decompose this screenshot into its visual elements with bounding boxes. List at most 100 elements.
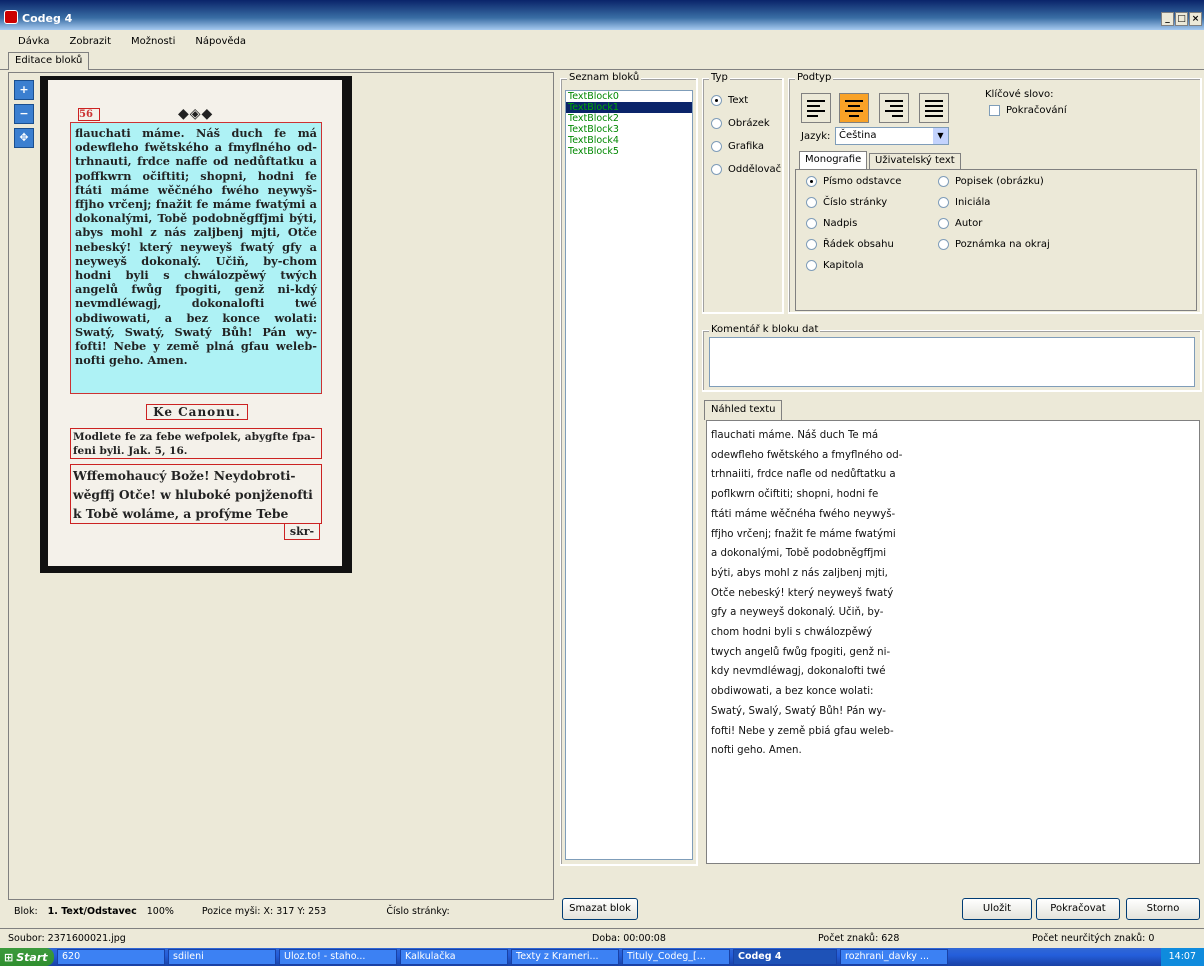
menu-moznosti[interactable]: Možnosti (131, 36, 175, 47)
taskbar: ⊞ Start 620 sdileni Uloz.to! - staho... K… (0, 948, 1204, 966)
status-chars: Počet znaků: 628 (818, 933, 900, 944)
subtype-radio[interactable]: Řádek obsahu (806, 237, 901, 251)
title-bar: Codeg 4 _ □ × (0, 0, 1204, 30)
text-block-3[interactable]: Wffemohaucý Bože! Neydobroti-wěgffj Otče… (70, 464, 322, 524)
app-icon (4, 10, 18, 24)
system-tray: 14:07 (1160, 948, 1204, 966)
subtype-radio[interactable]: Poznámka na okraj (938, 237, 1050, 251)
tab-nahled-textu[interactable]: Náhled textu (704, 400, 783, 420)
list-item[interactable]: TextBlock4 (566, 135, 692, 146)
checkbox-box (989, 105, 1000, 116)
fit-page-icon[interactable]: ✥ (14, 128, 34, 148)
type-group: Typ Text Obrázek Grafika Oddělovač (702, 72, 784, 314)
text-block-0[interactable]: flauchati máme. Náš duch fe má odewfleho… (70, 122, 322, 394)
list-item[interactable]: TextBlock3 (566, 124, 692, 135)
taskbar-item[interactable]: Texty z Krameri... (511, 949, 619, 965)
comment-group: Komentář k bloku dat (702, 324, 1202, 392)
menu-napoveda[interactable]: Nápověda (195, 36, 246, 47)
heading-block[interactable]: Ke Canonu. (146, 404, 248, 420)
minimize-button[interactable]: _ (1161, 12, 1174, 26)
taskbar-item[interactable]: 620 (57, 949, 165, 965)
list-item[interactable]: TextBlock2 (566, 113, 692, 124)
status-bar: Soubor: 2371600021.jpg Doba: 00:00:08 Po… (0, 928, 1204, 946)
delete-block-button[interactable]: Smazat blok (562, 898, 638, 920)
mouse-position: Pozice myši: X: 317 Y: 253 (201, 906, 327, 917)
continue-checkbox[interactable]: Pokračování (989, 105, 1067, 116)
subtype-group: Podtyp Klíčové slovo: Pokračování Jazyk:… (788, 72, 1202, 314)
subtype-radio[interactable]: Kapitola (806, 258, 901, 272)
text-block-2[interactable]: Modlete fe za febe wefpolek, abygfte fpa… (70, 428, 322, 459)
windows-logo-icon: ⊞ (4, 950, 14, 964)
ornament-icon: ◆◈◆ (178, 106, 214, 122)
start-button[interactable]: ⊞ Start (0, 948, 54, 966)
status-time: Doba: 00:00:08 (592, 933, 666, 944)
block-list[interactable]: TextBlock0 TextBlock1 TextBlock2 TextBlo… (565, 90, 693, 860)
cancel-button[interactable]: Storno (1126, 898, 1200, 920)
language-select[interactable]: Čeština ▼ (835, 127, 949, 145)
text-block-end[interactable]: skr- (284, 523, 320, 540)
taskbar-item[interactable]: Tituly_Codeg_[... (622, 949, 730, 965)
language-label: Jazyk: (801, 131, 831, 142)
block-list-group: Seznam bloků TextBlock0 TextBlock1 TextB… (560, 72, 698, 866)
radio-dot (711, 94, 722, 106)
page-paper: 56 ◆◈◆ flauchati máme. Náš duch fe má od… (48, 80, 342, 566)
status-uncertain: Počet neurčitých znaků: 0 (1032, 933, 1155, 944)
block-value: 1. Text/Odstavec (47, 906, 137, 917)
tab-editace-bloku[interactable]: Editace bloků (8, 52, 90, 70)
subtype-label: Podtyp (795, 72, 834, 83)
comment-input[interactable] (709, 337, 1195, 387)
keyword-label: Klíčové slovo: (985, 89, 1054, 100)
subtype-radio[interactable]: Nadpis (806, 216, 901, 230)
subtype-radio[interactable]: Iniciála (938, 195, 1050, 209)
maximize-button[interactable]: □ (1175, 12, 1188, 26)
page-number-block[interactable]: 56 (78, 108, 100, 121)
save-button[interactable]: Uložit (962, 898, 1032, 920)
taskbar-item[interactable]: Uloz.to! - staho... (279, 949, 397, 965)
align-left-icon[interactable] (801, 93, 831, 123)
taskbar-item[interactable]: rozhrani_davky ... (840, 949, 948, 965)
tab-strip: Editace bloků (0, 52, 1204, 70)
tab-monografie[interactable]: Monografie (799, 151, 868, 169)
taskbar-item[interactable]: sdileni (168, 949, 276, 965)
page-number-label: Číslo stránky: (386, 906, 450, 917)
radio-dot (711, 117, 722, 129)
taskbar-item[interactable]: Kalkulačka (400, 949, 508, 965)
menu-bar: Dávka Zobrazit Možnosti Nápověda (0, 32, 1204, 50)
list-item[interactable]: TextBlock5 (566, 146, 692, 157)
type-graphic-radio[interactable]: Grafika (711, 139, 781, 153)
type-label: Typ (709, 72, 730, 83)
type-image-radio[interactable]: Obrázek (711, 116, 781, 130)
zoom-out-icon[interactable]: − (14, 104, 34, 124)
radio-dot (711, 140, 722, 152)
align-right-icon[interactable] (879, 93, 909, 123)
list-item[interactable]: TextBlock0 (566, 91, 692, 102)
block-list-label: Seznam bloků (567, 72, 642, 83)
zoom-in-icon[interactable]: + (14, 80, 34, 100)
continue-button[interactable]: Pokračovat (1036, 898, 1120, 920)
subtype-radio[interactable]: Číslo stránky (806, 195, 901, 209)
subtype-radio[interactable]: Písmo odstavce (806, 174, 901, 188)
clock: 14:07 (1168, 951, 1196, 962)
radio-dot (711, 163, 722, 175)
list-item-selected[interactable]: TextBlock1 (566, 102, 692, 113)
close-button[interactable]: × (1189, 12, 1202, 26)
window-title: Codeg 4 (22, 12, 73, 25)
type-text-radio[interactable]: Text (711, 93, 781, 107)
tab-uzivatelsky-text[interactable]: Uživatelský text (869, 153, 961, 169)
chevron-down-icon[interactable]: ▼ (933, 128, 948, 144)
type-separator-radio[interactable]: Oddělovač (711, 162, 781, 176)
align-justify-icon[interactable] (919, 93, 949, 123)
menu-davka[interactable]: Dávka (18, 36, 50, 47)
comment-label: Komentář k bloku dat (709, 324, 821, 335)
zoom-level: 100% (146, 906, 174, 917)
text-preview[interactable]: flauchati máme. Náš duch Te má odewfleho… (706, 420, 1200, 864)
status-file: Soubor: 2371600021.jpg (8, 933, 126, 944)
align-center-icon[interactable] (839, 93, 869, 123)
subtype-radio[interactable]: Popisek (obrázku) (938, 174, 1050, 188)
subtype-radio[interactable]: Autor (938, 216, 1050, 230)
scanned-page[interactable]: 56 ◆◈◆ flauchati máme. Náš duch fe má od… (40, 76, 352, 573)
menu-zobrazit[interactable]: Zobrazit (70, 36, 112, 47)
taskbar-item-active[interactable]: Codeg 4 (733, 949, 837, 965)
block-info: Blok: 1. Text/Odstavec 100% Pozice myši:… (14, 906, 450, 917)
subtype-tab-panel: Písmo odstavce Číslo stránky Nadpis Řáde… (795, 169, 1197, 311)
